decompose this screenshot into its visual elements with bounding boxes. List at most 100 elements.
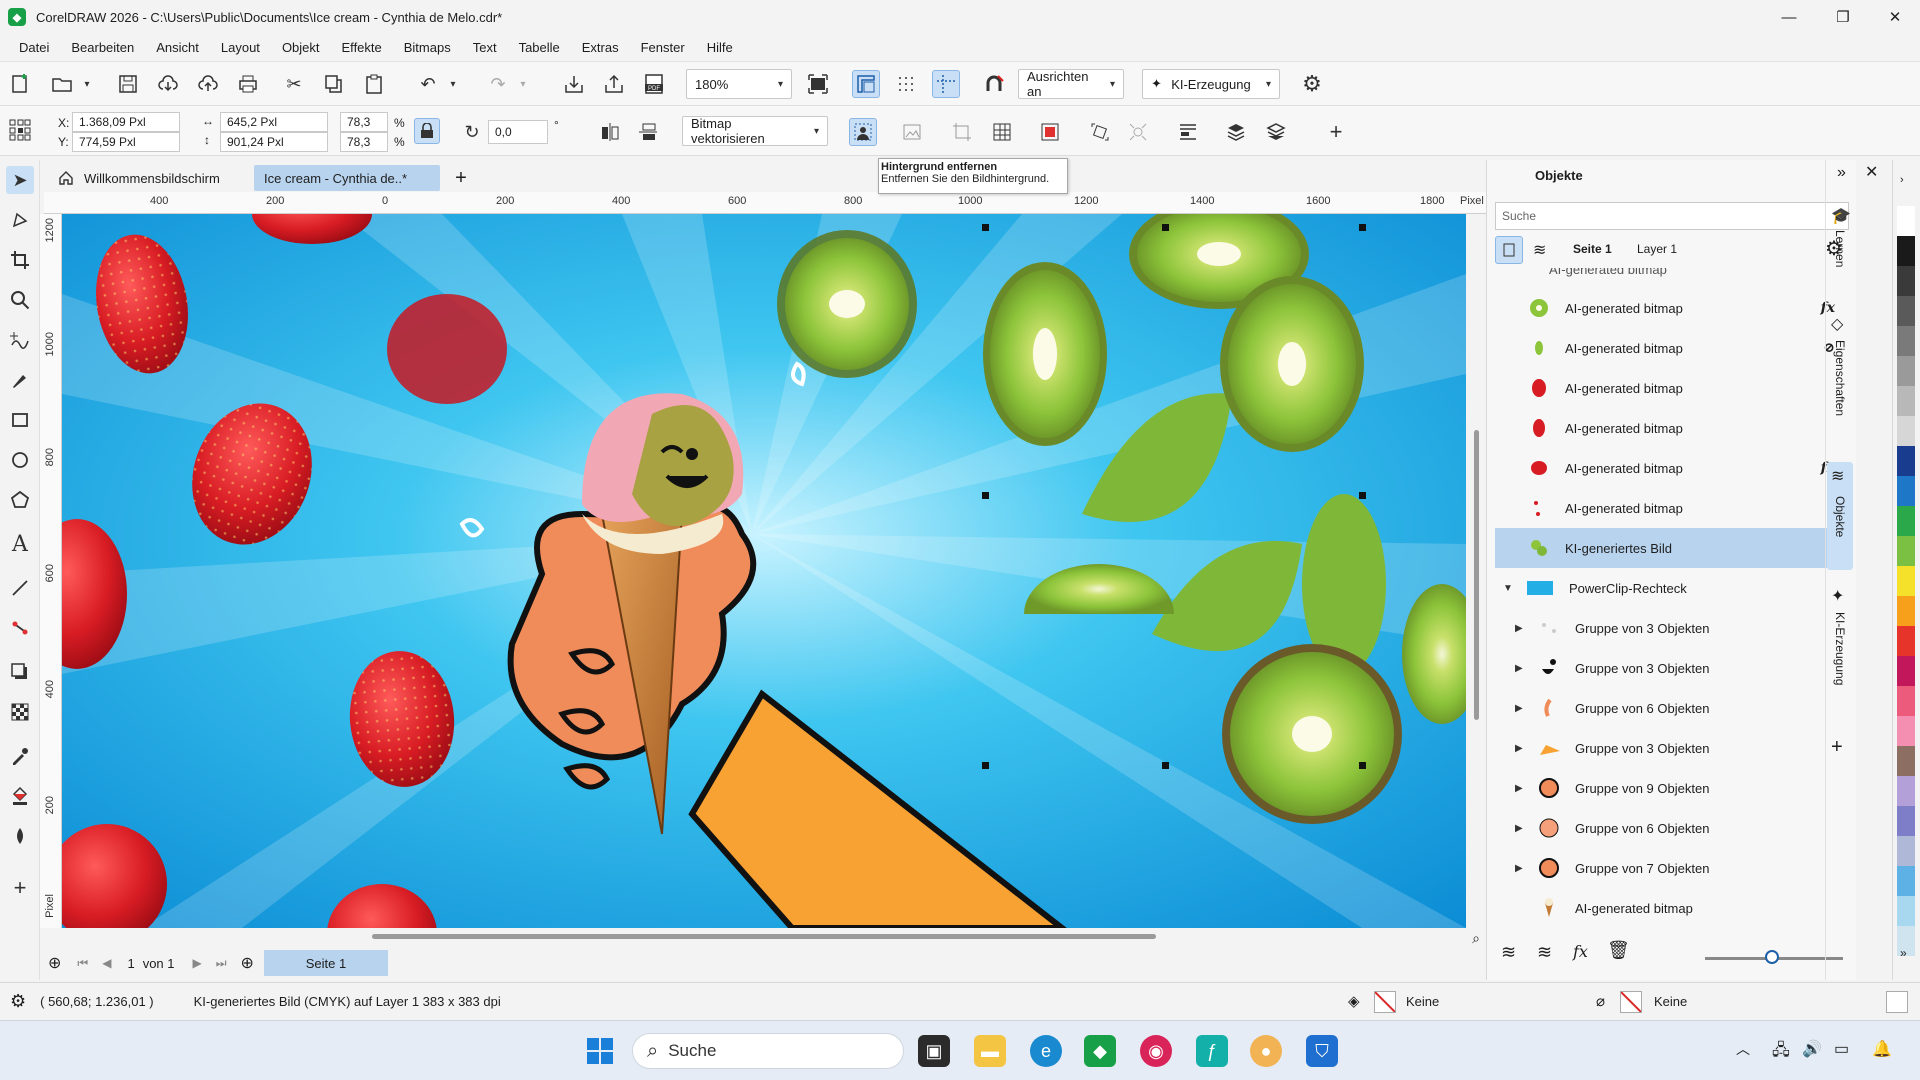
palette-swatch[interactable] (1897, 626, 1915, 656)
last-page-icon[interactable]: ⏭ (216, 956, 227, 971)
tab-lernen[interactable]: Lernen (1833, 230, 1847, 267)
expand-arrow-icon[interactable]: ▶ (1515, 663, 1529, 674)
group-row[interactable]: ▶ Gruppe von 6 Objekten (1495, 808, 1839, 848)
close-button[interactable]: ✕ (1872, 0, 1918, 34)
palette-swatch[interactable] (1897, 806, 1915, 836)
taskbar-search-box[interactable]: ⌕ Suche (632, 1033, 904, 1069)
objects-search-input[interactable]: Suche (1495, 202, 1849, 230)
palette-swatch[interactable] (1897, 866, 1915, 896)
minimize-button[interactable]: — (1766, 0, 1812, 34)
menu-bearbeiten[interactable]: Bearbeiten (60, 40, 145, 55)
store-bag-icon[interactable]: ⛉ (1306, 1035, 1338, 1067)
print-icon[interactable] (234, 70, 262, 98)
show-guidelines-icon[interactable] (932, 70, 960, 98)
group-row[interactable]: ▶ Gruppe von 3 Objekten (1495, 608, 1839, 648)
artwork[interactable] (62, 214, 1466, 928)
menu-effekte[interactable]: Effekte (331, 40, 393, 55)
palette-swatch[interactable] (1897, 836, 1915, 866)
paste-icon[interactable] (360, 70, 388, 98)
vertical-ruler[interactable]: 1200 1000 800 600 400 200 Pixel (40, 214, 62, 928)
quick-customize-plus-icon[interactable]: + (6, 874, 34, 902)
list-item[interactable]: AI-generated bitmap fx (1495, 288, 1839, 328)
menu-datei[interactable]: Datei (8, 40, 60, 55)
new-document-icon[interactable] (6, 70, 34, 98)
group-row[interactable]: ▶ Gruppe von 6 Objekten (1495, 688, 1839, 728)
palette-swatch[interactable] (1897, 236, 1915, 266)
polygon-tool-icon[interactable] (6, 486, 34, 514)
show-hidden-icons-chevron[interactable]: ︿ (1736, 1039, 1750, 1059)
group-row[interactable]: ▶ Gruppe von 3 Objekten (1495, 728, 1839, 768)
tab-objekte[interactable]: Objekte (1833, 496, 1847, 537)
corel-font-manager-icon[interactable]: ƒ (1196, 1035, 1228, 1067)
add-page-icon[interactable]: ⊕ (48, 953, 61, 973)
menu-fenster[interactable]: Fenster (630, 40, 696, 55)
previous-page-icon[interactable]: ◀ (102, 956, 111, 970)
group-row[interactable]: ▶ Gruppe von 3 Objekten (1495, 648, 1839, 688)
tab-eigenschaften[interactable]: Eigenschaften (1833, 340, 1847, 416)
show-grid-icon[interactable] (892, 70, 920, 98)
full-screen-preview-icon[interactable] (804, 70, 832, 98)
menu-extras[interactable]: Extras (571, 40, 630, 55)
bitmap-mask-icon[interactable] (1036, 118, 1064, 146)
pick-tool-icon[interactable]: ➤ (6, 166, 34, 194)
expand-arrow-icon[interactable]: ▶ (1515, 623, 1529, 634)
artistic-media-tool-icon[interactable] (6, 366, 34, 394)
zoom-tool-icon[interactable] (6, 286, 34, 314)
save-icon[interactable] (114, 70, 142, 98)
parallel-dimension-tool-icon[interactable] (6, 574, 34, 602)
rotate-icon[interactable]: ↻ (458, 118, 486, 146)
menu-layout[interactable]: Layout (210, 40, 271, 55)
next-page-icon[interactable]: ▶ (193, 956, 202, 970)
scale-height-field[interactable]: 78,3 (340, 132, 388, 152)
palette-swatch[interactable] (1897, 506, 1915, 536)
zoom-level-select[interactable]: 180% ▾ (686, 69, 792, 99)
list-item[interactable]: AI-generated bitmap (1495, 488, 1839, 528)
cloud-upload-icon[interactable] (194, 70, 222, 98)
copy-icon[interactable] (320, 70, 348, 98)
expand-arrow-icon[interactable]: ▶ (1515, 703, 1529, 714)
palette-swatch[interactable] (1897, 566, 1915, 596)
width-field[interactable]: 645,2 Pxl (220, 112, 328, 132)
palette-swatch[interactable] (1897, 446, 1915, 476)
eyedropper-tool-icon[interactable] (6, 742, 34, 770)
list-item[interactable]: AI-generated bitmap (1495, 368, 1839, 408)
palette-swatch[interactable] (1897, 296, 1915, 326)
show-rulers-icon[interactable] (852, 70, 880, 98)
redo-icon[interactable]: ↷ (484, 70, 512, 98)
settings-gear-icon[interactable]: ⚙ (1298, 70, 1326, 98)
notifications-bell-icon[interactable]: 🔔 (1872, 1039, 1892, 1059)
menu-hilfe[interactable]: Hilfe (696, 40, 744, 55)
x-position-field[interactable]: 1.368,09 Pxl (72, 112, 180, 132)
scale-width-field[interactable]: 78,3 (340, 112, 388, 132)
wrap-text-icon[interactable] (1174, 118, 1202, 146)
layer-label[interactable]: Layer 1 (1637, 242, 1677, 256)
task-view-icon[interactable]: ▣ (918, 1035, 950, 1067)
expand-arrow-icon[interactable]: ▶ (1515, 823, 1529, 834)
snap-magnet-icon[interactable] (980, 70, 1008, 98)
drop-shadow-tool-icon[interactable] (6, 658, 34, 686)
new-master-layer-icon[interactable]: ≋ (1537, 942, 1552, 963)
palette-swatch[interactable] (1897, 716, 1915, 746)
palette-swatch[interactable] (1897, 386, 1915, 416)
undo-icon[interactable]: ↶ (414, 70, 442, 98)
file-explorer-icon[interactable]: ▬ (974, 1035, 1006, 1067)
palette-swatch[interactable] (1897, 326, 1915, 356)
edit-bitmap-icon[interactable] (898, 118, 926, 146)
list-item[interactable]: AI-generated bitmap (1495, 888, 1839, 928)
y-position-field[interactable]: 774,59 Pxl (72, 132, 180, 152)
page-label[interactable]: Seite 1 (1573, 242, 1612, 256)
undo-dropdown-icon[interactable]: ▾ (446, 70, 460, 98)
crop-tool-icon[interactable] (6, 246, 34, 274)
collapse-arrow-icon[interactable]: ▼ (1503, 583, 1517, 594)
text-tool-icon[interactable]: A (6, 530, 34, 558)
remove-background-icon[interactable] (849, 118, 877, 146)
list-item[interactable]: AI-generated bitmap fx (1495, 448, 1839, 488)
transform-bitmap-icon[interactable] (1086, 118, 1114, 146)
tab-welcome-screen[interactable]: Willkommensbildschirm (48, 165, 248, 191)
outline-color-swatch[interactable] (1620, 991, 1642, 1013)
cloud-download-icon[interactable] (154, 70, 182, 98)
ai-generation-dropdown[interactable]: ✦ KI-Erzeugung ▾ (1142, 69, 1280, 99)
palette-scroll-up-icon[interactable]: › (1900, 174, 1904, 186)
arrange-layers-icon[interactable] (1222, 118, 1250, 146)
height-field[interactable]: 901,24 Pxl (220, 132, 328, 152)
